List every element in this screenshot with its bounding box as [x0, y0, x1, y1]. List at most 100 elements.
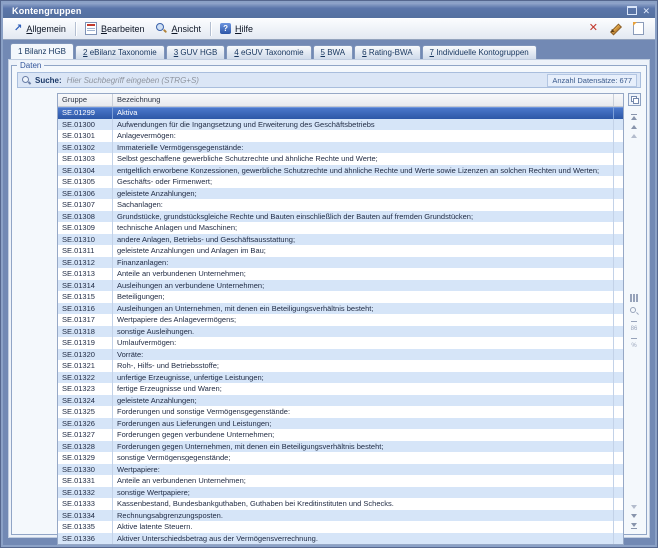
- table-row[interactable]: SE.01318sonstige Ausleihungen.: [58, 326, 623, 338]
- search-records-icon[interactable]: [630, 307, 639, 316]
- row-filler: [614, 349, 623, 361]
- table-row[interactable]: SE.01312Finanzanlagen:: [58, 257, 623, 269]
- table-row[interactable]: SE.01316Ausleihungen an Unternehmen, mit…: [58, 303, 623, 315]
- scroll-up-icon[interactable]: [631, 125, 637, 129]
- table-row[interactable]: SE.01335Aktive latente Steuern.: [58, 521, 623, 533]
- restore-icon[interactable]: [627, 6, 637, 15]
- table-row[interactable]: SE.01311geleistete Anzahlungen und Anlag…: [58, 245, 623, 257]
- table-row[interactable]: SE.01325Forderungen und sonstige Vermöge…: [58, 406, 623, 418]
- edit-page-icon: [85, 22, 97, 35]
- scroll-bottom-icon[interactable]: [631, 523, 637, 529]
- cell-gruppe: SE.01320: [58, 349, 113, 361]
- table-row[interactable]: SE.01329sonstige Vermögensgegenstände;: [58, 452, 623, 464]
- delete-icon[interactable]: [589, 23, 598, 34]
- table-row[interactable]: SE.01299Aktiva: [58, 107, 623, 119]
- cell-gruppe: SE.01332: [58, 487, 113, 499]
- toolbar: Allgemein Bearbeiten Ansicht Hilfe: [3, 18, 655, 40]
- column-header-bezeichnung[interactable]: Bezeichnung: [113, 94, 614, 106]
- table-row[interactable]: SE.01309technische Anlagen und Maschinen…: [58, 222, 623, 234]
- row-filler: [614, 360, 623, 372]
- scroll-down-small-icon[interactable]: [631, 505, 637, 509]
- table-row[interactable]: SE.01317Wertpapiere des Anlagevermögens;: [58, 314, 623, 326]
- table-row[interactable]: SE.01332sonstige Wertpapiere;: [58, 487, 623, 499]
- tab-rating-bwa[interactable]: 6 Rating-BWA: [354, 45, 420, 59]
- table-row[interactable]: SE.01310andere Anlagen, Betriebs- und Ge…: [58, 234, 623, 246]
- table-row[interactable]: SE.01304entgeltlich erworbene Konzession…: [58, 165, 623, 177]
- table-row[interactable]: SE.01307Sachanlagen:: [58, 199, 623, 211]
- record-number-icon[interactable]: [631, 321, 638, 333]
- scroll-down-icon[interactable]: [631, 514, 637, 518]
- close-icon[interactable]: [642, 5, 650, 16]
- tab-eguv-taxonomie[interactable]: 4 eGUV Taxonomie: [226, 45, 311, 59]
- tab-bwa[interactable]: 5 BWA: [313, 45, 354, 59]
- row-filler: [614, 222, 623, 234]
- table-row[interactable]: SE.01315Beteiligungen;: [58, 291, 623, 303]
- table-row[interactable]: SE.01336Aktiver Unterschiedsbetrag aus d…: [58, 533, 623, 545]
- cell-bezeichnung: Aktiva: [113, 107, 614, 119]
- scroll-strip-middle: [630, 294, 639, 350]
- new-document-icon[interactable]: [633, 22, 644, 35]
- cell-gruppe: SE.01335: [58, 521, 113, 533]
- table-row[interactable]: SE.01323fertige Erzeugnisse und Waren;: [58, 383, 623, 395]
- cell-bezeichnung: Sachanlagen:: [113, 199, 614, 211]
- table-row[interactable]: SE.01331Anteile an verbundenen Unternehm…: [58, 475, 623, 487]
- grid-copy-icon[interactable]: [628, 93, 641, 106]
- table-row[interactable]: SE.01319Umlaufvermögen:: [58, 337, 623, 349]
- table-row[interactable]: SE.01328Forderungen gegen Unternehmen, m…: [58, 441, 623, 453]
- row-filler: [614, 199, 623, 211]
- table-row[interactable]: SE.01303Selbst geschaffene gewerbliche S…: [58, 153, 623, 165]
- toolbar-right-icons: [589, 22, 650, 35]
- table-row[interactable]: SE.01324geleistete Anzahlungen;: [58, 395, 623, 407]
- cell-bezeichnung: Anteile an verbundenen Unternehmen;: [113, 268, 614, 280]
- cell-gruppe: SE.01333: [58, 498, 113, 510]
- table-row[interactable]: SE.01333Kassenbestand, Bundesbankguthabe…: [58, 498, 623, 510]
- table-body: SE.01299AktivaSE.01300Aufwendungen für d…: [58, 107, 623, 544]
- scroll-top-icon[interactable]: [631, 114, 637, 120]
- menu-item-ansicht[interactable]: Ansicht: [150, 18, 207, 39]
- row-filler: [614, 176, 623, 188]
- cell-bezeichnung: Geschäfts- oder Firmenwert;: [113, 176, 614, 188]
- table-row[interactable]: SE.01306geleistete Anzahlungen;: [58, 188, 623, 200]
- table-row[interactable]: SE.01305Geschäfts- oder Firmenwert;: [58, 176, 623, 188]
- view-magnifier-icon: [156, 23, 167, 34]
- row-filler: [614, 257, 623, 269]
- cell-bezeichnung: Vorräte:: [113, 349, 614, 361]
- cell-gruppe: SE.01324: [58, 395, 113, 407]
- help-icon: [220, 23, 231, 34]
- menu-item-allgemein[interactable]: Allgemein: [8, 18, 72, 39]
- search-input[interactable]: Hier Suchbegriff eingeben (STRG+S): [67, 76, 548, 85]
- table-row[interactable]: SE.01326Forderungen aus Lieferungen und …: [58, 418, 623, 430]
- cell-gruppe: SE.01299: [58, 107, 113, 119]
- column-select-icon[interactable]: [630, 294, 638, 302]
- table-row[interactable]: SE.01301Anlagevermögen:: [58, 130, 623, 142]
- tab-bilanz-hgb[interactable]: 1 Bilanz HGB: [10, 43, 74, 59]
- cell-gruppe: SE.01307: [58, 199, 113, 211]
- row-filler: [614, 142, 623, 154]
- table-row[interactable]: SE.01300Aufwendungen für die Ingangsetzu…: [58, 119, 623, 131]
- cell-bezeichnung: Wertpapiere des Anlagevermögens;: [113, 314, 614, 326]
- menu-item-hilfe[interactable]: Hilfe: [214, 18, 259, 39]
- table-row[interactable]: SE.01313Anteile an verbundenen Unternehm…: [58, 268, 623, 280]
- table-row[interactable]: SE.01308Grundstücke, grundstücksgleiche …: [58, 211, 623, 223]
- edit-pencil-icon[interactable]: [609, 23, 622, 35]
- tab-individuelle-kontogruppen[interactable]: 7 Individuelle Kontogruppen: [422, 45, 537, 59]
- column-header-gruppe[interactable]: Gruppe: [58, 94, 113, 106]
- scroll-up-small-icon[interactable]: [631, 134, 637, 138]
- table-row[interactable]: SE.01302Immaterielle Vermögensgegenständ…: [58, 142, 623, 154]
- tab-guv-hgb[interactable]: 3 GUV HGB: [166, 45, 226, 59]
- table-row[interactable]: SE.01320Vorräte:: [58, 349, 623, 361]
- cell-bezeichnung: sonstige Ausleihungen.: [113, 326, 614, 338]
- table-row[interactable]: SE.01330Wertpapiere:: [58, 464, 623, 476]
- menu-label-ansicht: Ansicht: [171, 24, 201, 34]
- table-row[interactable]: SE.01322unfertige Erzeugnisse, unfertige…: [58, 372, 623, 384]
- cell-gruppe: SE.01319: [58, 337, 113, 349]
- menu-item-bearbeiten[interactable]: Bearbeiten: [79, 18, 151, 39]
- scroll-strip-bottom: [631, 505, 637, 529]
- table-row[interactable]: SE.01321Roh-, Hilfs- und Betriebsstoffe;: [58, 360, 623, 372]
- table-row[interactable]: SE.01314Ausleihungen an verbundene Unter…: [58, 280, 623, 292]
- position-percent-icon[interactable]: [631, 338, 636, 350]
- tab-ebilanz-taxonomie[interactable]: 2 eBilanz Taxonomie: [75, 45, 165, 59]
- cell-gruppe: SE.01334: [58, 510, 113, 522]
- table-row[interactable]: SE.01334Rechnungsabgrenzungsposten.: [58, 510, 623, 522]
- table-row[interactable]: SE.01327Forderungen gegen verbundene Unt…: [58, 429, 623, 441]
